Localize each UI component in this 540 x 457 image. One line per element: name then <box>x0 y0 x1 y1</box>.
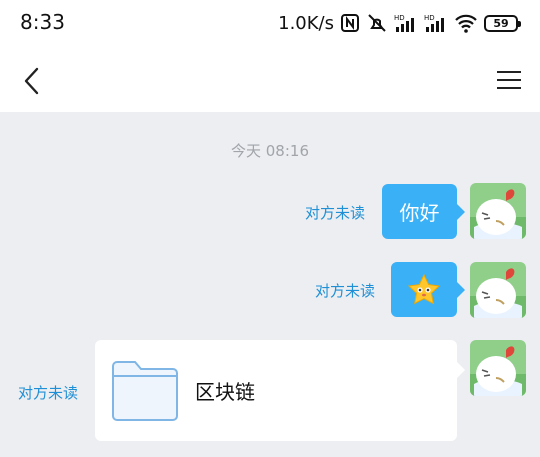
status-bar: 8:33 1.0K/s HD HD 59 <box>0 0 540 46</box>
folder-icon <box>112 361 178 421</box>
message-bubble-emoji[interactable] <box>391 262 465 317</box>
avatar[interactable] <box>470 262 526 318</box>
mute-bell-icon <box>366 13 388 33</box>
status-time: 8:33 <box>20 10 65 34</box>
wifi-icon <box>454 13 478 33</box>
hamburger-menu-icon <box>497 71 521 89</box>
avatar[interactable] <box>470 183 526 239</box>
menu-button[interactable] <box>496 70 522 90</box>
file-message-card[interactable]: 区块链 <box>95 340 465 441</box>
nfc-icon <box>340 13 360 33</box>
message-timestamp: 今天 08:16 <box>231 142 309 160</box>
cell-signal-icon-2: HD <box>424 13 448 33</box>
unread-status: 对方未读 <box>315 282 376 300</box>
network-speed: 1.0K/s <box>278 12 334 34</box>
back-button[interactable] <box>20 66 44 96</box>
yellow-star-emoji <box>407 273 441 304</box>
status-icons: 1.0K/s HD HD 59 <box>278 10 521 36</box>
avatar[interactable] <box>470 340 526 396</box>
message-bubble-text[interactable]: 你好 <box>382 184 465 239</box>
chicken-avatar-icon <box>470 183 526 239</box>
battery-indicator: 59 <box>484 14 521 32</box>
chevron-left-icon <box>24 67 39 95</box>
svg-text:HD: HD <box>424 14 435 22</box>
file-name: 区块链 <box>195 380 255 404</box>
unread-status: 对方未读 <box>305 204 366 222</box>
chat-area[interactable]: 今天 08:16 对方未读 你好 对方未读 对方未读 区块链 <box>0 112 540 457</box>
unread-status: 对方未读 <box>18 384 79 402</box>
svg-text:HD: HD <box>394 14 405 22</box>
chicken-avatar-icon <box>470 340 526 396</box>
nav-bar <box>0 46 540 112</box>
chicken-avatar-icon <box>470 262 526 318</box>
message-text: 你好 <box>399 201 440 225</box>
cell-signal-icon-1: HD <box>394 13 418 33</box>
